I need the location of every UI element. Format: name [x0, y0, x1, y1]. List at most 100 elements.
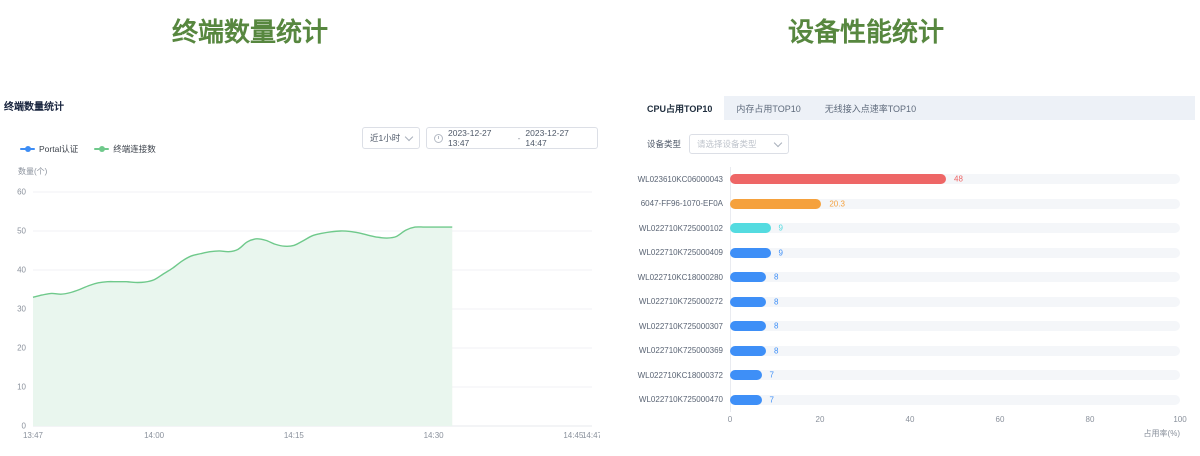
x-axis-tick: 0 [728, 415, 732, 424]
bar-fill [730, 395, 762, 405]
time-range-select[interactable]: 近1小时 [362, 127, 420, 149]
bar-track: 20.3 [730, 199, 1180, 209]
legend-item-terminal-connections[interactable]: 终端连接数 [94, 143, 156, 155]
cpu-top10-bar-chart: WL023610KC06000043 48 6047-FF96-1070-EF0… [635, 167, 1195, 412]
terminal-count-area-chart: 010203040506013:4714:0014:1514:3014:4514… [0, 160, 600, 456]
left-section-title: 终端数量统计 [172, 12, 328, 49]
x-axis-tick: 13:47 [23, 431, 44, 440]
device-name-label: WL022710K725000470 [635, 395, 730, 404]
tab-memory-top10[interactable]: 内存占用TOP10 [724, 96, 812, 120]
x-axis-tick: 14:00 [144, 431, 165, 440]
device-type-label: 设备类型 [647, 138, 681, 150]
device-name-label: WL022710KC18000372 [635, 371, 730, 380]
x-axis-tick: 40 [906, 415, 915, 424]
device-type-placeholder: 请选择设备类型 [697, 138, 757, 150]
bar-row: WL022710K725000307 8 [635, 314, 1195, 339]
device-name-label: WL022710K725000409 [635, 248, 730, 257]
x-axis-tick: 14:15 [284, 431, 305, 440]
date-range-start: 2023-12-27 13:47 [448, 128, 513, 148]
bar-fill [730, 370, 762, 380]
legend-item-portal-auth[interactable]: Portal认证 [20, 143, 78, 155]
date-range-picker[interactable]: 2023-12-27 13:47 - 2023-12-27 14:47 [426, 127, 598, 149]
x-axis-tick: 14:30 [424, 431, 445, 440]
legend-marker-icon [20, 148, 35, 150]
panel-title: 终端数量统计 [4, 98, 64, 113]
tab-wireless-ap-rate-top10[interactable]: 无线接入点速率TOP10 [813, 96, 928, 120]
date-range-separator: - [518, 133, 521, 143]
bar-row: WL022710K725000470 7 [635, 388, 1195, 413]
bar-fill [730, 297, 766, 307]
bar-row: 6047-FF96-1070-EF0A 20.3 [635, 192, 1195, 217]
bar-value-label: 8 [774, 322, 778, 331]
legend-marker-icon [94, 148, 109, 150]
terminal-count-panel: 终端数量统计 近1小时 2023-12-27 13:47 - 2023-12-2… [0, 90, 600, 456]
bar-row: WL022710KC18000372 7 [635, 363, 1195, 388]
legend-label: Portal认证 [39, 143, 78, 155]
y-axis-tick: 20 [17, 344, 26, 353]
bar-row: WL022710K725000369 8 [635, 339, 1195, 364]
bar-track: 7 [730, 395, 1180, 405]
bar-track: 8 [730, 346, 1180, 356]
bar-track: 7 [730, 370, 1180, 380]
chart-controls: 近1小时 2023-12-27 13:47 - 2023-12-27 14:47 [362, 127, 598, 149]
y-axis-tick: 60 [17, 188, 26, 197]
bar-value-label: 9 [779, 224, 783, 233]
x-axis-tick: 14:45 [563, 431, 584, 440]
bar-row: WL023610KC06000043 48 [635, 167, 1195, 192]
area-fill [33, 227, 452, 426]
bar-track: 9 [730, 223, 1180, 233]
device-name-label: WL023610KC06000043 [635, 175, 730, 184]
y-axis-tick: 30 [17, 305, 26, 314]
bar-value-label: 20.3 [829, 199, 845, 208]
x-axis-title: 占用率(%) [730, 428, 1180, 439]
y-axis-tick: 40 [17, 266, 26, 275]
time-range-value: 近1小时 [370, 132, 400, 144]
x-axis-tick: 80 [1086, 415, 1095, 424]
bar-value-label: 48 [954, 175, 963, 184]
y-axis-tick: 10 [17, 383, 26, 392]
device-performance-panel: CPU占用TOP10 内存占用TOP10 无线接入点速率TOP10 设备类型 请… [635, 90, 1195, 456]
bar-chart-x-axis: 020406080100 [730, 415, 1180, 425]
legend-label: 终端连接数 [113, 143, 156, 155]
device-type-select[interactable]: 请选择设备类型 [689, 134, 789, 154]
bar-value-label: 8 [774, 297, 778, 306]
bar-row: WL022710K725000409 9 [635, 241, 1195, 266]
bar-row: WL022710KC18000280 8 [635, 265, 1195, 290]
bar-value-label: 7 [770, 371, 774, 380]
x-axis-tick: 14:47 [582, 431, 600, 440]
top10-tabbar: CPU占用TOP10 内存占用TOP10 无线接入点速率TOP10 [635, 96, 1195, 120]
x-axis-tick: 60 [996, 415, 1005, 424]
tab-cpu-top10[interactable]: CPU占用TOP10 [635, 96, 724, 120]
right-section-title: 设备性能统计 [788, 12, 944, 49]
clock-icon [434, 134, 443, 143]
bar-fill [730, 346, 766, 356]
device-name-label: WL022710KC18000280 [635, 273, 730, 282]
bar-value-label: 9 [779, 248, 783, 257]
chevron-down-icon [774, 138, 782, 146]
bar-track: 9 [730, 248, 1180, 258]
device-name-label: 6047-FF96-1070-EF0A [635, 199, 730, 208]
bar-fill [730, 199, 821, 209]
bar-track: 48 [730, 174, 1180, 184]
bar-track: 8 [730, 272, 1180, 282]
date-range-end: 2023-12-27 14:47 [525, 128, 590, 148]
x-axis-tick: 20 [816, 415, 825, 424]
chevron-down-icon [405, 132, 413, 140]
device-type-filter: 设备类型 请选择设备类型 [647, 134, 789, 154]
bar-value-label: 7 [770, 395, 774, 404]
device-name-label: WL022710K725000102 [635, 224, 730, 233]
bar-fill [730, 272, 766, 282]
bar-row: WL022710K725000272 8 [635, 290, 1195, 315]
bar-value-label: 8 [774, 346, 778, 355]
bar-track: 8 [730, 321, 1180, 331]
bar-fill [730, 321, 766, 331]
device-name-label: WL022710K725000369 [635, 346, 730, 355]
bar-fill [730, 223, 771, 233]
x-axis-tick: 100 [1173, 415, 1186, 424]
device-name-label: WL022710K725000272 [635, 297, 730, 306]
bar-fill [730, 174, 946, 184]
bar-fill [730, 248, 771, 258]
y-axis-tick: 0 [22, 422, 27, 431]
bar-value-label: 8 [774, 273, 778, 282]
bar-row: WL022710K725000102 9 [635, 216, 1195, 241]
